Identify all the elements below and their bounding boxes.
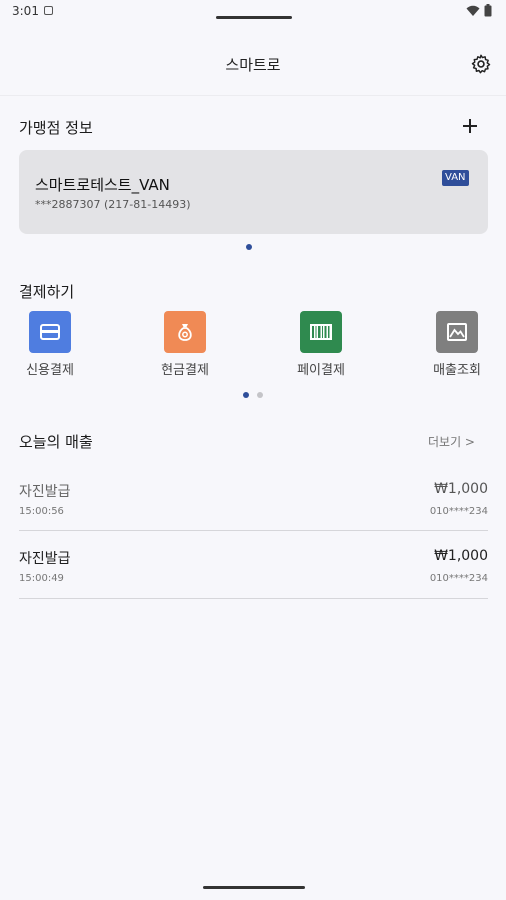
home-indicator[interactable] — [203, 886, 305, 889]
gear-icon[interactable] — [470, 53, 492, 75]
cash-payment-button[interactable]: 현금결제 — [140, 311, 230, 378]
battery-icon — [484, 4, 492, 17]
sales-row-time: 15:00:49 — [19, 573, 64, 584]
credit-card-icon — [29, 311, 71, 353]
sales-row-amount: ₩1,000 — [434, 548, 488, 564]
camera-notch — [216, 16, 292, 19]
barcode-icon — [300, 311, 342, 353]
plus-icon — [463, 119, 477, 133]
credit-payment-button[interactable]: 신용결제 — [5, 311, 95, 378]
sales-row[interactable]: 자진발급 15:00:49 ₩1,000 010****234 — [19, 548, 488, 616]
status-icons — [466, 4, 492, 17]
payment-section-title: 결제하기 — [19, 283, 75, 301]
row-divider — [19, 598, 488, 599]
sales-row-time: 15:00:56 — [19, 506, 64, 517]
cash-payment-label: 현금결제 — [161, 363, 209, 378]
sales-row-title: 자진발급 — [19, 484, 71, 500]
merchant-name: 스마트로테스트_VAN — [35, 176, 170, 194]
money-bag-icon — [164, 311, 206, 353]
merchant-page-dot-active — [246, 244, 252, 250]
status-time: 3:01 — [12, 4, 39, 18]
sales-row-title: 자진발급 — [19, 551, 71, 567]
more-link[interactable]: 더보기 > — [428, 433, 475, 450]
payment-page-dot-active — [243, 392, 249, 398]
page-title: 스마트로 — [225, 56, 281, 74]
sales-inquiry-button[interactable]: 매출조회 — [412, 311, 502, 378]
sales-inquiry-label: 매출조회 — [433, 363, 481, 378]
pay-payment-button[interactable]: 페이결제 — [276, 311, 366, 378]
pay-payment-label: 페이결제 — [297, 363, 345, 378]
image-chart-icon — [436, 311, 478, 353]
merchant-section-title: 가맹점 정보 — [19, 119, 93, 137]
appbar-divider — [0, 95, 506, 96]
credit-payment-label: 신용결제 — [26, 363, 74, 378]
payment-page-dot — [257, 392, 263, 398]
notification-icon — [44, 6, 53, 15]
sales-row-phone: 010****234 — [429, 573, 488, 584]
sales-row[interactable]: 자진발급 15:00:56 ₩1,000 010****234 — [19, 481, 488, 549]
sales-row-amount: ₩1,000 — [434, 481, 488, 497]
wifi-icon — [466, 5, 480, 16]
sales-section-title: 오늘의 매출 — [19, 433, 93, 451]
van-badge: VAN — [442, 170, 469, 186]
add-merchant-button[interactable] — [462, 114, 478, 138]
merchant-business-number: ***2887307 (217-81-14493) — [35, 198, 191, 211]
row-divider — [19, 530, 488, 531]
sales-row-phone: 010****234 — [429, 506, 488, 517]
